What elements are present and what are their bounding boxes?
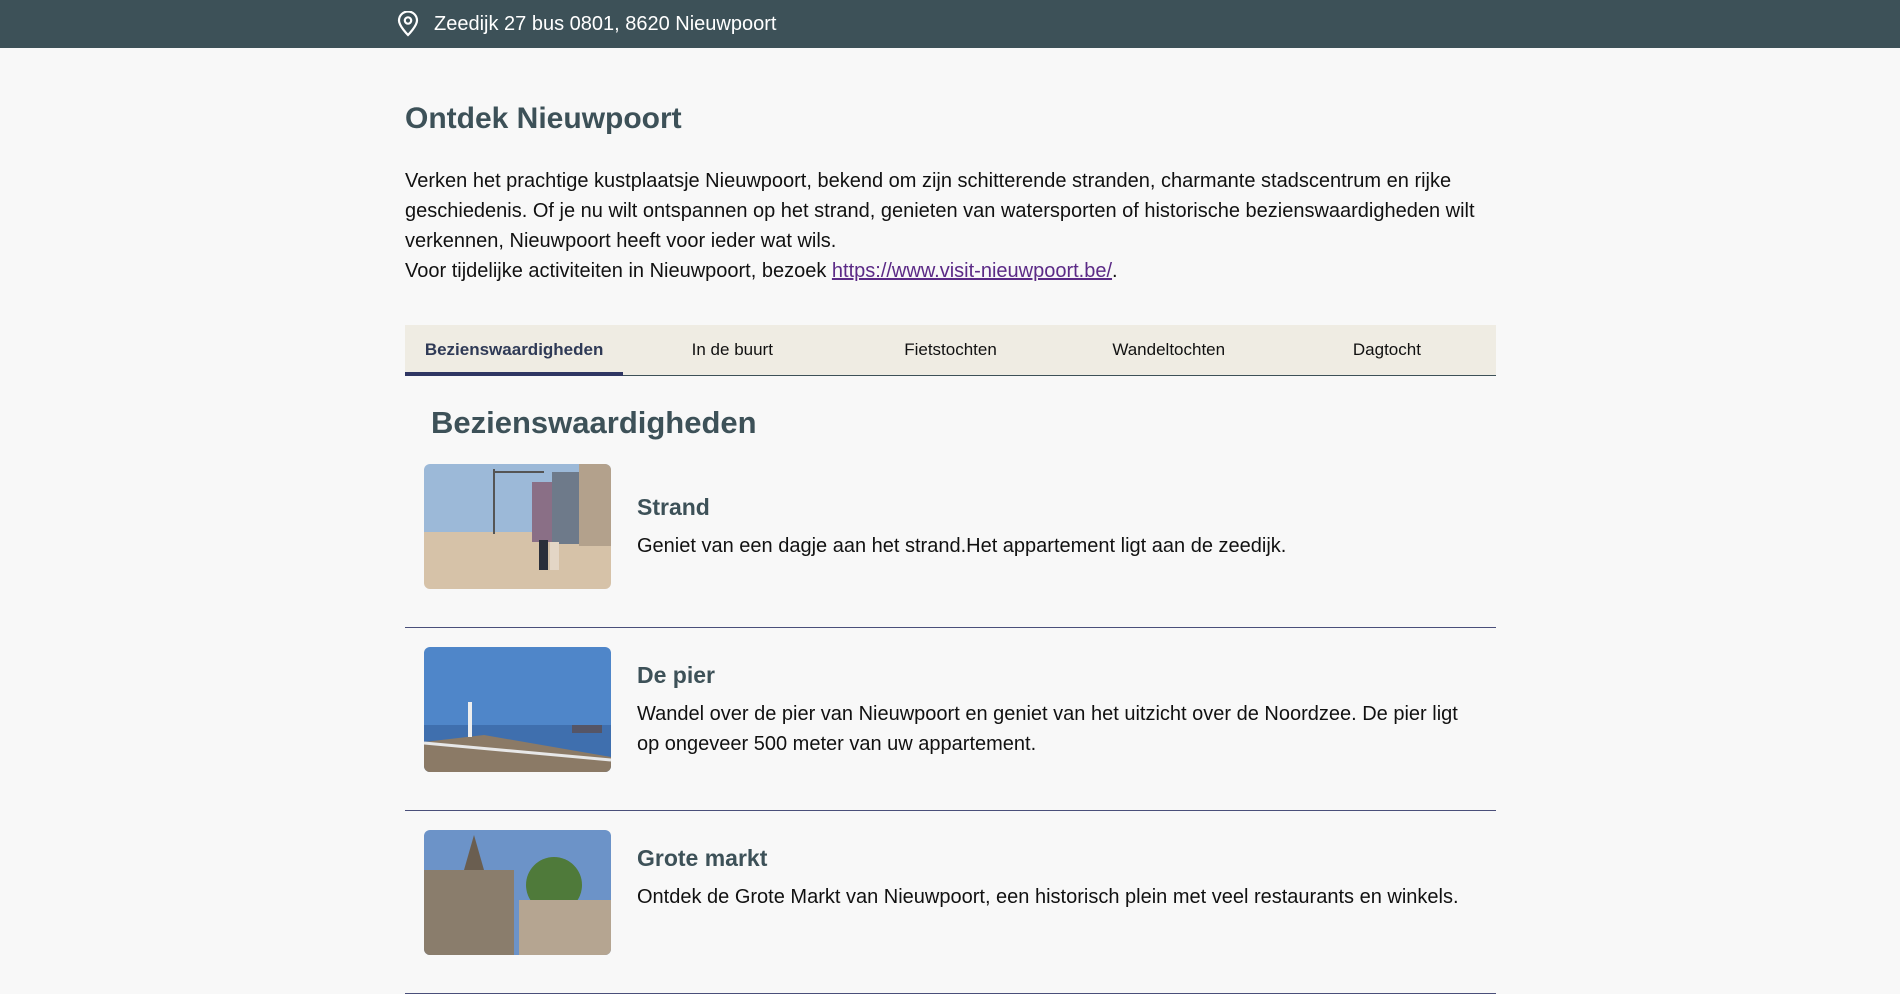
item-title: De pier — [637, 662, 715, 688]
intro-visit-suffix: . — [1112, 260, 1118, 282]
item-description: Geniet van een dagje aan het strand.Het … — [637, 535, 1287, 557]
visit-nieuwpoort-link[interactable]: https://www.visit-nieuwpoort.be/ — [832, 260, 1112, 282]
intro-text: Verken het prachtige kustplaatsje Nieuwp… — [405, 166, 1496, 286]
attractions-list: Strand Geniet van een dagje aan het stra… — [405, 464, 1496, 994]
address-text: Zeedijk 27 bus 0801, 8620 Nieuwpoort — [434, 12, 777, 35]
pier-photo — [424, 647, 611, 772]
item-title: Grote markt — [637, 845, 768, 871]
item-description: Wandel over de pier van Nieuwpoort en ge… — [637, 703, 1458, 755]
address-block: Zeedijk 27 bus 0801, 8620 Nieuwpoort — [396, 0, 776, 48]
list-item: Grote markt Ontdek de Grote Markt van Ni… — [405, 830, 1496, 994]
tab-in-de-buurt[interactable]: In de buurt — [623, 325, 841, 375]
tab-bezienswaardigheden[interactable]: Bezienswaardigheden — [405, 325, 624, 376]
item-title: Strand — [637, 494, 710, 520]
location-pin-icon — [396, 11, 420, 37]
tab-wandeltochten[interactable]: Wandeltochten — [1060, 325, 1278, 375]
item-description: Ontdek de Grote Markt van Nieuwpoort, ee… — [637, 886, 1459, 908]
list-item: De pier Wandel over de pier van Nieuwpoo… — [405, 647, 1496, 811]
beach-photo — [424, 464, 611, 589]
intro-paragraph: Verken het prachtige kustplaatsje Nieuwp… — [405, 170, 1475, 252]
section-title: Bezienswaardigheden — [431, 405, 757, 440]
intro-visit-prefix: Voor tijdelijke activiteiten in Nieuwpoo… — [405, 260, 832, 282]
tab-dagtocht[interactable]: Dagtocht — [1278, 325, 1496, 375]
top-bar: Zeedijk 27 bus 0801, 8620 Nieuwpoort — [0, 0, 1900, 48]
tab-fietstochten[interactable]: Fietstochten — [841, 325, 1059, 375]
page-title: Ontdek Nieuwpoort — [405, 102, 682, 135]
list-item: Strand Geniet van een dagje aan het stra… — [405, 464, 1496, 628]
market-photo — [424, 830, 611, 955]
tab-bar: Bezienswaardigheden In de buurt Fietstoc… — [405, 325, 1496, 376]
